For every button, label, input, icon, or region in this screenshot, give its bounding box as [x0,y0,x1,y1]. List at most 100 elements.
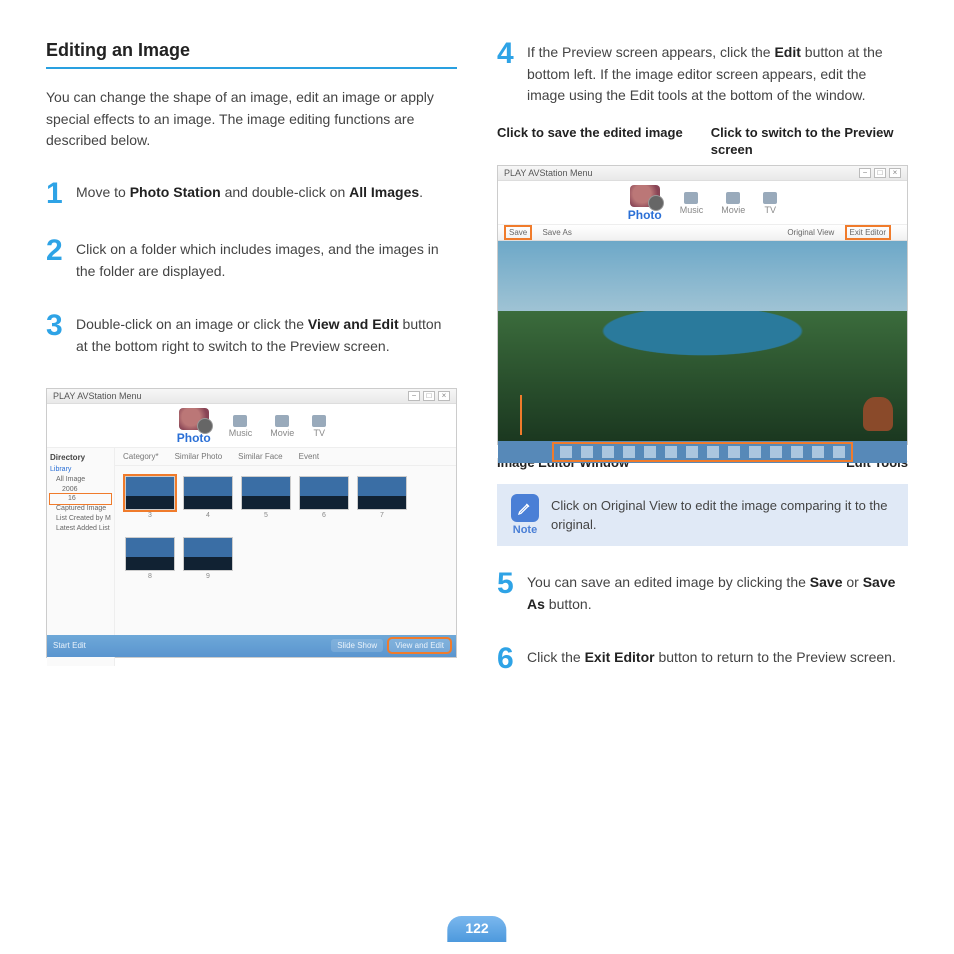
step-number: 4 [497,40,519,107]
window-titlebar: PLAY AVStation Menu − □ × [47,389,456,404]
directory-sidebar: Directory Library All Image 2006 16 Capt… [47,448,115,666]
window-title: PLAY AVStation Menu [504,168,593,178]
filter-tabs: Category* Similar Photo Similar Face Eve… [115,448,456,466]
callout-line [520,395,522,435]
close-icon[interactable]: × [889,168,901,178]
minimize-icon[interactable]: − [408,391,420,401]
sidebar-item[interactable]: 2006 [50,485,111,495]
thumbnail[interactable] [299,476,349,510]
tab-music[interactable]: Music [680,192,704,215]
tv-icon [763,192,777,204]
maximize-icon[interactable]: □ [874,168,886,178]
step-text: If the Preview screen appears, click the… [527,40,908,107]
sidebar-item[interactable]: List Created by M [50,514,111,524]
edit-tool-icon[interactable] [833,446,845,458]
sidebar-item[interactable]: Latest Added List [50,524,111,534]
step-text: Double-click on an image or click the Vi… [76,312,457,357]
step-4: 4 If the Preview screen appears, click t… [497,40,908,107]
edit-tool-icon[interactable] [644,446,656,458]
thumbnail[interactable] [183,476,233,510]
tab-tv[interactable]: TV [312,415,326,438]
thumbnail[interactable] [241,476,291,510]
screenshot-image-editor: PLAY AVStation Menu − □ × Photo Music Mo… [497,165,908,445]
thumbnail-grid: 3 4 5 6 7 8 9 [115,466,456,608]
edit-tool-icon[interactable] [812,446,824,458]
intro-text: You can change the shape of an image, ed… [46,87,457,152]
edit-tool-icon[interactable] [749,446,761,458]
view-and-edit-button[interactable]: View and Edit [389,639,450,652]
close-icon[interactable]: × [438,391,450,401]
start-edit-label: Start Edit [53,641,86,650]
note-box: Note Click on Original View to edit the … [497,484,908,546]
tab-music[interactable]: Music [229,415,253,438]
minimize-icon[interactable]: − [859,168,871,178]
sidebar-header: Directory [50,452,111,463]
edit-tool-icon[interactable] [791,446,803,458]
tab-photo[interactable]: Photo [177,408,211,445]
edit-tool-icon[interactable] [623,446,635,458]
camera-icon [179,408,209,430]
edit-tool-icon[interactable] [560,446,572,458]
sidebar-item[interactable]: All Image [50,475,111,485]
editor-canvas [498,241,907,441]
app-tabs: Photo Music Movie TV [498,181,907,225]
step-number: 1 [46,180,68,207]
step-3: 3 Double-click on an image or click the … [46,312,457,357]
bottom-bar: Start Edit Slide Show View and Edit [47,635,456,657]
app-tabs: Photo Music Movie TV [47,404,456,448]
thumbnail[interactable] [125,537,175,571]
edit-tool-icon[interactable] [665,446,677,458]
note-label: Note [511,524,539,536]
sidebar-item[interactable]: 16 [50,494,111,504]
tab-movie[interactable]: Movie [721,192,745,215]
save-as-button[interactable]: Save As [542,228,571,237]
edit-tool-icon[interactable] [581,446,593,458]
tab-movie[interactable]: Movie [270,415,294,438]
music-icon [684,192,698,204]
maximize-icon[interactable]: □ [423,391,435,401]
tab-photo[interactable]: Photo [628,185,662,222]
thumbnail[interactable] [357,476,407,510]
section-heading: Editing an Image [46,40,457,69]
screenshot-photo-station: PLAY AVStation Menu − □ × Photo Music Mo… [46,388,457,658]
thumbnail[interactable] [125,476,175,510]
step-2: 2 Click on a folder which includes image… [46,237,457,282]
step-number: 2 [46,237,68,282]
sidebar-item[interactable]: Captured Image [50,504,111,514]
edit-tool-icon[interactable] [770,446,782,458]
step-text: Click the Exit Editor button to return t… [527,645,896,672]
save-button[interactable]: Save [506,227,530,238]
window-title: PLAY AVStation Menu [53,391,142,401]
edit-tool-icon[interactable] [728,446,740,458]
edit-tools-row [554,444,851,460]
filter-tab[interactable]: Similar Face [238,452,282,461]
edit-tool-icon[interactable] [686,446,698,458]
sidebar-item[interactable]: Library [50,465,111,475]
step-number: 3 [46,312,68,357]
annotation-save: Click to save the edited image [497,125,683,159]
music-icon [233,415,247,427]
editor-toolbar: Save Save As Original View Exit Editor [498,225,907,241]
step-5: 5 You can save an edited image by clicki… [497,570,908,615]
editor-bottom-bar [498,441,907,463]
filter-tab[interactable]: Event [299,452,319,461]
edit-tool-icon[interactable] [602,446,614,458]
step-number: 5 [497,570,519,615]
edit-tool-icon[interactable] [707,446,719,458]
filter-tab[interactable]: Similar Photo [175,452,223,461]
movie-icon [726,192,740,204]
annotation-row: Click to save the edited image Click to … [497,125,908,159]
tab-tv[interactable]: TV [763,192,777,215]
thumbnail[interactable] [183,537,233,571]
slide-show-button[interactable]: Slide Show [331,639,383,652]
step-text: You can save an edited image by clicking… [527,570,908,615]
filter-tab[interactable]: Category* [123,452,159,461]
exit-editor-button[interactable]: Exit Editor [847,227,889,238]
window-titlebar: PLAY AVStation Menu − □ × [498,166,907,181]
camera-icon [630,185,660,207]
annotation-preview: Click to switch to the Preview screen [711,125,908,159]
note-text: Click on Original View to edit the image… [551,494,894,535]
original-view-button[interactable]: Original View [787,228,834,237]
image-content [863,397,893,431]
step-text: Move to Photo Station and double-click o… [76,180,423,207]
